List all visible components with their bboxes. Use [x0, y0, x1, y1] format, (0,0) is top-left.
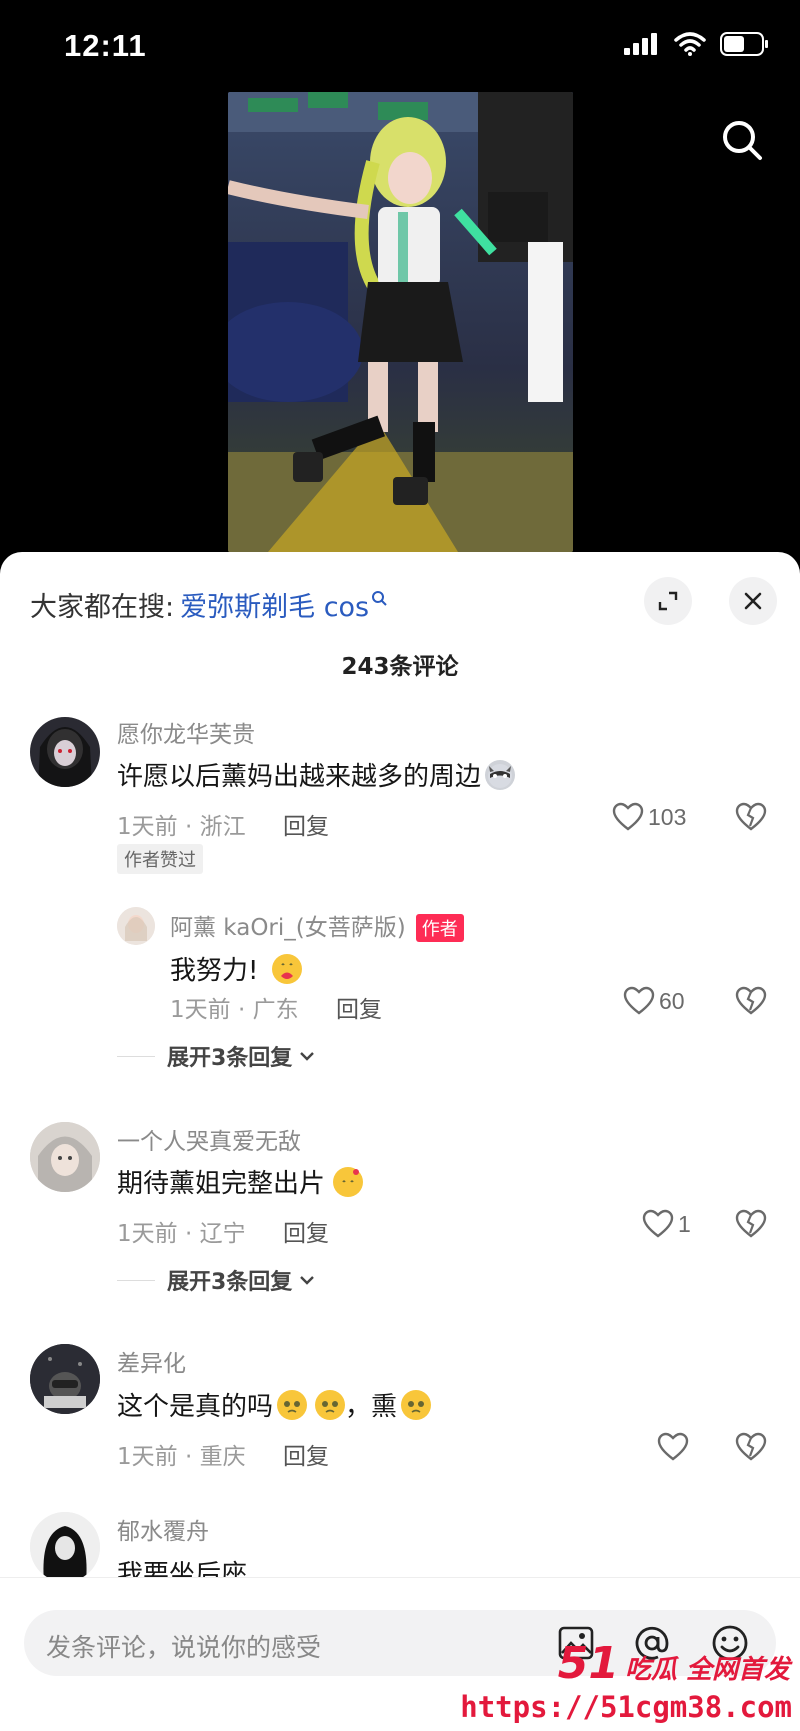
like-count: 1 [678, 1210, 691, 1237]
broken-heart-icon [735, 1209, 767, 1238]
reply-button[interactable]: 回复 [283, 1214, 329, 1248]
signal-icon [624, 33, 657, 55]
reply-button[interactable]: 回复 [283, 1437, 329, 1471]
watermark: 51 吃瓜 全网首发 https://51cgm38.com [460, 1638, 800, 1731]
comment-text-content: 期待薰姐完整出片 [117, 1169, 326, 1199]
trending-term[interactable]: 爱弥斯剃毛 cos [180, 585, 369, 624]
divider-line [117, 1055, 155, 1057]
comment-username[interactable]: 差异化 [117, 1344, 186, 1378]
mini-search-icon [372, 590, 387, 606]
comment-username[interactable]: 郁水覆舟 [117, 1512, 209, 1546]
heart-icon [642, 1209, 674, 1238]
watermark-number: 51 [557, 1638, 619, 1689]
chevron-down-icon [300, 1276, 315, 1285]
comment-meta: 1天前 · 辽宁 [117, 1221, 246, 1247]
expand-replies-label: 展开3条回复 [167, 1046, 293, 1071]
watermark-text: 吃瓜 全网首发 [624, 1655, 790, 1685]
search-icon [723, 121, 762, 160]
raccoon-emoji-icon [485, 759, 516, 790]
cosplay-photo[interactable] [228, 92, 573, 552]
battery-icon [720, 32, 768, 56]
chevron-down-icon [300, 1052, 315, 1061]
heart-hug-emoji-icon [272, 953, 303, 984]
comment-count: 243条评论 [341, 654, 459, 680]
like-button[interactable]: 1 [642, 1209, 691, 1239]
watermark-title: 51 吃瓜 全网首发 [558, 1638, 790, 1689]
trending-prefix: 大家都在搜: [30, 592, 175, 623]
author-tag: 作者 [415, 914, 464, 942]
watermark-url: https://51cgm38.com [460, 1690, 792, 1724]
like-count: 60 [659, 987, 685, 1014]
heart-icon [623, 986, 655, 1015]
expand-replies-button[interactable]: 展开3条回复 [117, 1264, 316, 1296]
comment-sheet-header: 大家都在搜: 爱弥斯剃毛 cos 243条评论 [0, 552, 800, 702]
comment-text-content: 我要坐后座 [117, 1560, 248, 1577]
status-icons [624, 32, 770, 56]
pleading-face-emoji-icon [315, 1389, 346, 1420]
expand-icon [658, 591, 678, 611]
status-time: 12:11 [64, 28, 147, 63]
reply-username: 阿薰 kaOri_(女菩萨版) 作者 [170, 908, 464, 942]
comment-text: 许愿以后薰妈出越来越多的周边 [117, 756, 516, 793]
like-button[interactable]: 103 [612, 802, 686, 832]
reply-button[interactable]: 回复 [336, 990, 382, 1024]
expand-replies-button[interactable]: 展开3条回复 [117, 1040, 316, 1072]
reply-meta: 1天前 · 广东 [170, 997, 299, 1023]
reply-text-content: 我努力! [170, 956, 259, 986]
wifi-icon [674, 32, 706, 56]
close-sheet-button[interactable] [729, 577, 777, 625]
like-button[interactable]: 60 [623, 986, 685, 1016]
avatar[interactable] [30, 1512, 100, 1577]
avatar[interactable] [117, 907, 155, 945]
broken-heart-icon [735, 1432, 767, 1461]
broken-heart-icon [735, 802, 767, 831]
comment-meta: 1天前 · 重庆 [117, 1444, 246, 1470]
expand-sheet-button[interactable] [644, 577, 692, 625]
dislike-button[interactable] [735, 1432, 767, 1466]
video-area[interactable] [0, 90, 800, 560]
comment-text-content: 许愿以后薰妈出越来越多的周边 [117, 762, 482, 792]
comment-username[interactable]: 一个人哭真爱无敌 [117, 1122, 301, 1156]
dislike-button[interactable] [735, 1209, 767, 1243]
avatar[interactable] [30, 1122, 100, 1192]
cat-heart-emoji-icon [333, 1166, 364, 1197]
comment-text: 这个是真的吗 ，熏 [117, 1386, 432, 1423]
comment-list[interactable]: 愿你龙华芙贵 许愿以后薰妈出越来越多的周边 1天前 · 浙江 回复 103 作者… [0, 702, 800, 1577]
like-count: 103 [648, 803, 687, 830]
reply-text: 我努力! [170, 950, 303, 987]
comment-meta: 1天前 · 浙江 [117, 814, 246, 840]
reply-button[interactable]: 回复 [283, 807, 329, 841]
expand-replies-label: 展开3条回复 [167, 1270, 293, 1295]
avatar[interactable] [30, 1344, 100, 1414]
divider-line [117, 1279, 155, 1281]
reply-username-text[interactable]: 阿薰 kaOri_(女菩萨版) [170, 915, 406, 941]
comment-text-content: 这个是真的吗 [117, 1392, 274, 1422]
author-liked-badge: 作者赞过 [117, 844, 203, 874]
comment-input-placeholder: 发条评论，说说你的感受 [46, 1633, 322, 1662]
comment-text: 期待薰姐完整出片 [117, 1163, 364, 1200]
comment-sheet: 大家都在搜: 爱弥斯剃毛 cos 243条评论 愿你龙华芙贵 许愿以后薰妈出越来… [0, 552, 800, 1731]
heart-icon [657, 1432, 689, 1461]
avatar[interactable] [30, 717, 100, 787]
comment-username[interactable]: 愿你龙华芙贵 [117, 715, 255, 749]
pleading-face-emoji-icon [401, 1389, 432, 1420]
trending-search[interactable]: 大家都在搜: 爱弥斯剃毛 cos [30, 585, 387, 624]
dislike-button[interactable] [735, 986, 767, 1020]
like-button[interactable] [657, 1432, 693, 1462]
search-button[interactable] [714, 112, 770, 168]
broken-heart-icon [735, 986, 767, 1015]
pleading-face-emoji-icon [277, 1389, 308, 1420]
heart-icon [612, 802, 644, 831]
dislike-button[interactable] [735, 802, 767, 836]
comment-text-tail: ，熏 [345, 1392, 398, 1422]
status-bar: 12:11 [0, 0, 800, 96]
comment-text: 我要坐后座 [117, 1554, 247, 1577]
close-icon [744, 592, 762, 610]
